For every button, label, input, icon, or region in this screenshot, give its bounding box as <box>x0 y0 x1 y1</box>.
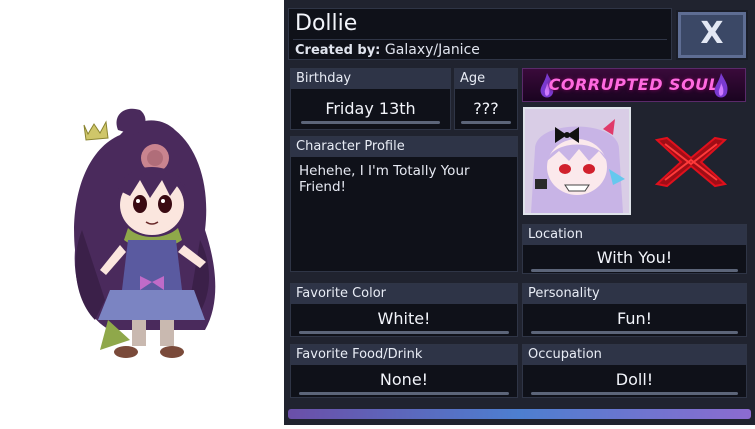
personality-value: Fun! <box>616 309 653 328</box>
location-field[interactable]: Location With You! <box>522 224 747 274</box>
occupation-label: Occupation <box>523 345 746 365</box>
birthday-label: Birthday <box>291 69 450 89</box>
age-field[interactable]: Age ??? <box>454 68 518 130</box>
birthday-value: Friday 13th <box>325 99 416 118</box>
red-x-emblem <box>654 136 728 188</box>
creator-value: Galaxy/Janice <box>384 42 480 58</box>
occupation-value: Doll! <box>615 370 654 389</box>
character-figure <box>74 108 216 358</box>
profile-text: Hehehe, I I'm Totally Your Friend! <box>299 163 470 195</box>
corrupted-soul-banner: CORRUPTED SOUL <box>522 68 746 102</box>
profile-field[interactable]: Character Profile Hehehe, I I'm Totally … <box>290 136 518 272</box>
creator-line: Created by: Galaxy/Janice <box>295 42 480 58</box>
location-value: With You! <box>596 248 673 267</box>
age-value: ??? <box>473 99 499 118</box>
favorite-food-label: Favorite Food/Drink <box>291 345 517 365</box>
character-portrait <box>523 107 631 215</box>
occupation-underline <box>531 392 738 395</box>
close-button[interactable]: X <box>676 10 748 60</box>
personality-label: Personality <box>523 284 746 304</box>
favorite-food-field[interactable]: Favorite Food/Drink None! <box>290 344 518 398</box>
favorite-color-underline <box>299 331 509 334</box>
location-underline <box>531 269 738 272</box>
flame-icon-right <box>714 73 728 98</box>
character-stage <box>0 0 284 425</box>
title-divider <box>293 39 667 40</box>
birthday-field[interactable]: Birthday Friday 13th <box>290 68 451 130</box>
birthday-underline <box>301 121 440 124</box>
age-underline <box>461 121 511 124</box>
profile-label: Character Profile <box>291 137 517 157</box>
location-label: Location <box>523 225 746 245</box>
close-icon: X <box>700 16 724 51</box>
favorite-food-value: None! <box>379 370 429 389</box>
favorite-color-label: Favorite Color <box>291 284 517 304</box>
title-bar: Dollie Created by: Galaxy/Janice <box>288 8 672 60</box>
favorite-color-value: White! <box>377 309 431 328</box>
age-label: Age <box>455 69 517 89</box>
character-name: Dollie <box>295 11 358 36</box>
personality-field[interactable]: Personality Fun! <box>522 283 747 337</box>
occupation-field[interactable]: Occupation Doll! <box>522 344 747 398</box>
favorite-color-field[interactable]: Favorite Color White! <box>290 283 518 337</box>
panel-bottom-bar <box>288 409 751 419</box>
personality-underline <box>531 331 738 334</box>
portrait-image <box>525 109 629 213</box>
favorite-food-underline <box>299 392 509 395</box>
creator-label: Created by: <box>295 43 381 58</box>
